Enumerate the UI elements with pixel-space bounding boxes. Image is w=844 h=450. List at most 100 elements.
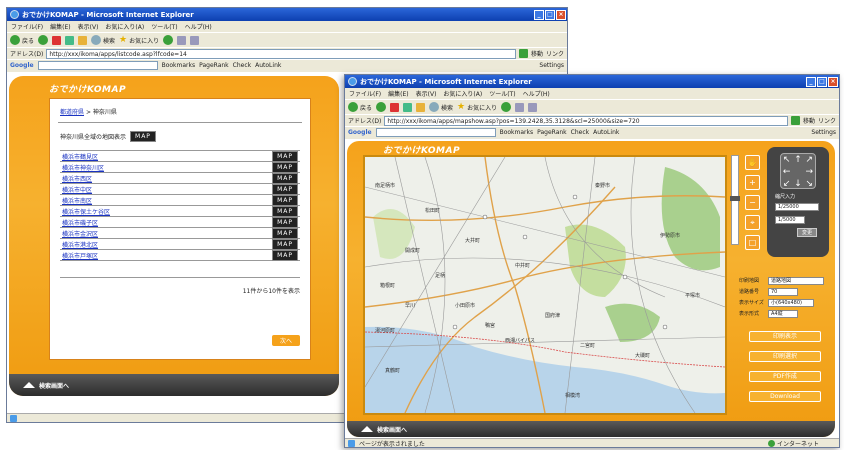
links-button[interactable]: リンク xyxy=(818,116,836,125)
city-map-button[interactable]: MAP xyxy=(272,172,298,184)
google-pagerank[interactable]: PageRank xyxy=(199,62,229,69)
download-button[interactable]: Download xyxy=(749,391,821,402)
home-icon[interactable] xyxy=(416,102,426,112)
back-button[interactable]: 戻る xyxy=(348,102,372,112)
arrow-sw-icon[interactable]: ↙ xyxy=(781,178,792,190)
home-icon[interactable] xyxy=(78,35,88,45)
pdf-create-button[interactable]: PDF作成 xyxy=(749,371,821,382)
form-select[interactable]: A4縦 xyxy=(768,310,798,318)
city-link[interactable]: 横浜市鶴見区 xyxy=(62,152,98,161)
close-button[interactable]: × xyxy=(828,76,838,87)
google-autolink[interactable]: AutoLink xyxy=(593,129,619,136)
form-select[interactable]: 小(640x480) xyxy=(768,299,814,307)
search-button[interactable]: 検索 xyxy=(429,102,453,112)
city-link[interactable]: 横浜市港北区 xyxy=(62,240,98,249)
city-link[interactable]: 横浜市神奈川区 xyxy=(62,163,104,172)
minimize-button[interactable]: _ xyxy=(806,76,816,87)
print-select-button[interactable]: 印刷選択 xyxy=(749,351,821,362)
city-link[interactable]: 横浜市西区 xyxy=(62,174,92,183)
history-icon[interactable] xyxy=(501,102,512,112)
history-icon[interactable] xyxy=(163,35,174,45)
minimize-button[interactable]: _ xyxy=(534,9,544,20)
arrow-se-icon[interactable]: ↘ xyxy=(804,178,815,190)
city-map-button[interactable]: MAP xyxy=(272,205,298,217)
form-input[interactable]: 70 xyxy=(768,288,798,296)
measure-icon[interactable]: ⌖ xyxy=(745,215,760,230)
menu-tools[interactable]: ツール(T) xyxy=(489,89,515,98)
scale-input[interactable]: 1/5000 xyxy=(775,216,805,224)
mail-icon[interactable] xyxy=(515,102,525,112)
refresh-icon[interactable] xyxy=(403,102,413,112)
go-button[interactable]: 移動 xyxy=(803,116,815,125)
menu-help[interactable]: ヘルプ(H) xyxy=(185,22,212,31)
print-view-button[interactable]: 印刷表示 xyxy=(749,331,821,342)
next-button[interactable]: 次へ xyxy=(271,335,300,346)
arrow-n-icon[interactable]: ↑ xyxy=(792,154,803,166)
menu-view[interactable]: 表示(V) xyxy=(78,22,99,31)
google-search-input[interactable] xyxy=(375,128,496,137)
address-input[interactable]: http://xxx/ikoma/apps/mapshow.asp?pos=13… xyxy=(384,115,788,126)
print-icon[interactable] xyxy=(528,102,538,112)
city-link[interactable]: 横浜市中区 xyxy=(62,185,92,194)
go-button[interactable]: 移動 xyxy=(531,49,543,58)
google-check[interactable]: Check xyxy=(571,129,589,136)
city-link[interactable]: 横浜市南区 xyxy=(62,196,92,205)
city-map-button[interactable]: MAP xyxy=(272,238,298,250)
fullscreen-icon[interactable]: □ xyxy=(745,235,760,250)
back-button[interactable]: 戻る xyxy=(10,35,34,45)
maximize-button[interactable]: □ xyxy=(817,76,827,87)
back-to-search-link[interactable]: 検索画面へ xyxy=(377,425,407,434)
scale-change-button[interactable]: 変更 xyxy=(797,228,817,237)
map-view[interactable]: 秦野市 平塚市 伊勢原市 大磯町 小田原市 二宮町 中井町 大井町 松田町 開成… xyxy=(363,155,727,415)
city-map-button[interactable]: MAP xyxy=(272,183,298,195)
city-link[interactable]: 横浜市戸塚区 xyxy=(62,251,98,260)
links-button[interactable]: リンク xyxy=(546,49,564,58)
go-arrow-icon[interactable] xyxy=(518,49,528,58)
city-map-button[interactable]: MAP xyxy=(272,249,298,261)
city-map-button[interactable]: MAP xyxy=(272,227,298,239)
google-settings[interactable]: Settings xyxy=(539,62,564,69)
print-icon[interactable] xyxy=(190,35,200,45)
google-pagerank[interactable]: PageRank xyxy=(537,129,567,136)
menu-view[interactable]: 表示(V) xyxy=(416,89,437,98)
google-autolink[interactable]: AutoLink xyxy=(255,62,281,69)
city-map-button[interactable]: MAP xyxy=(272,161,298,173)
favorites-button[interactable]: ★ お気に入り xyxy=(119,35,159,45)
arrow-s-icon[interactable]: ↓ xyxy=(792,178,803,190)
back-to-search-link[interactable]: 検索画面へ xyxy=(39,381,69,390)
arrow-nw-icon[interactable]: ↖ xyxy=(781,154,792,166)
breadcrumb-home[interactable]: 都道府県 xyxy=(60,109,84,116)
search-button[interactable]: 検索 xyxy=(91,35,115,45)
zoom-out-icon[interactable]: − xyxy=(745,195,760,210)
menu-favorites[interactable]: お気に入り(A) xyxy=(105,22,144,31)
form-select[interactable]: 道路地図 xyxy=(768,277,824,285)
forward-arrow-icon[interactable] xyxy=(376,102,387,112)
city-link[interactable]: 横浜市保土ケ谷区 xyxy=(62,207,110,216)
city-map-button[interactable]: MAP xyxy=(272,150,298,162)
mail-icon[interactable] xyxy=(177,35,187,45)
menu-edit[interactable]: 編集(E) xyxy=(50,22,70,31)
city-map-button[interactable]: MAP xyxy=(272,194,298,206)
menu-file[interactable]: ファイル(F) xyxy=(11,22,43,31)
google-bookmarks[interactable]: Bookmarks xyxy=(500,129,534,136)
pan-hand-icon[interactable]: ✋ xyxy=(745,155,760,170)
city-link[interactable]: 横浜市金沢区 xyxy=(62,229,98,238)
stop-icon[interactable] xyxy=(390,102,400,112)
menu-help[interactable]: ヘルプ(H) xyxy=(523,89,550,98)
stop-icon[interactable] xyxy=(52,35,62,45)
menu-file[interactable]: ファイル(F) xyxy=(349,89,381,98)
prefecture-map-button[interactable]: MAP xyxy=(130,131,156,142)
direction-pad[interactable]: ↖ ↑ ↗ ← → ↙ ↓ ↘ xyxy=(780,153,816,189)
forward-arrow-icon[interactable] xyxy=(38,35,49,45)
google-bookmarks[interactable]: Bookmarks xyxy=(162,62,196,69)
address-input[interactable]: http://xxx/ikoma/apps/listcode.asp?lfcod… xyxy=(46,48,516,59)
city-link[interactable]: 横浜市磯子区 xyxy=(62,218,98,227)
arrow-w-icon[interactable]: ← xyxy=(781,166,792,178)
google-check[interactable]: Check xyxy=(233,62,251,69)
maximize-button[interactable]: □ xyxy=(545,9,555,20)
favorites-button[interactable]: ★ お気に入り xyxy=(457,102,497,112)
zoom-slider-handle[interactable] xyxy=(730,196,740,201)
close-button[interactable]: × xyxy=(556,9,566,20)
google-settings[interactable]: Settings xyxy=(811,129,836,136)
google-search-input[interactable] xyxy=(37,61,158,70)
